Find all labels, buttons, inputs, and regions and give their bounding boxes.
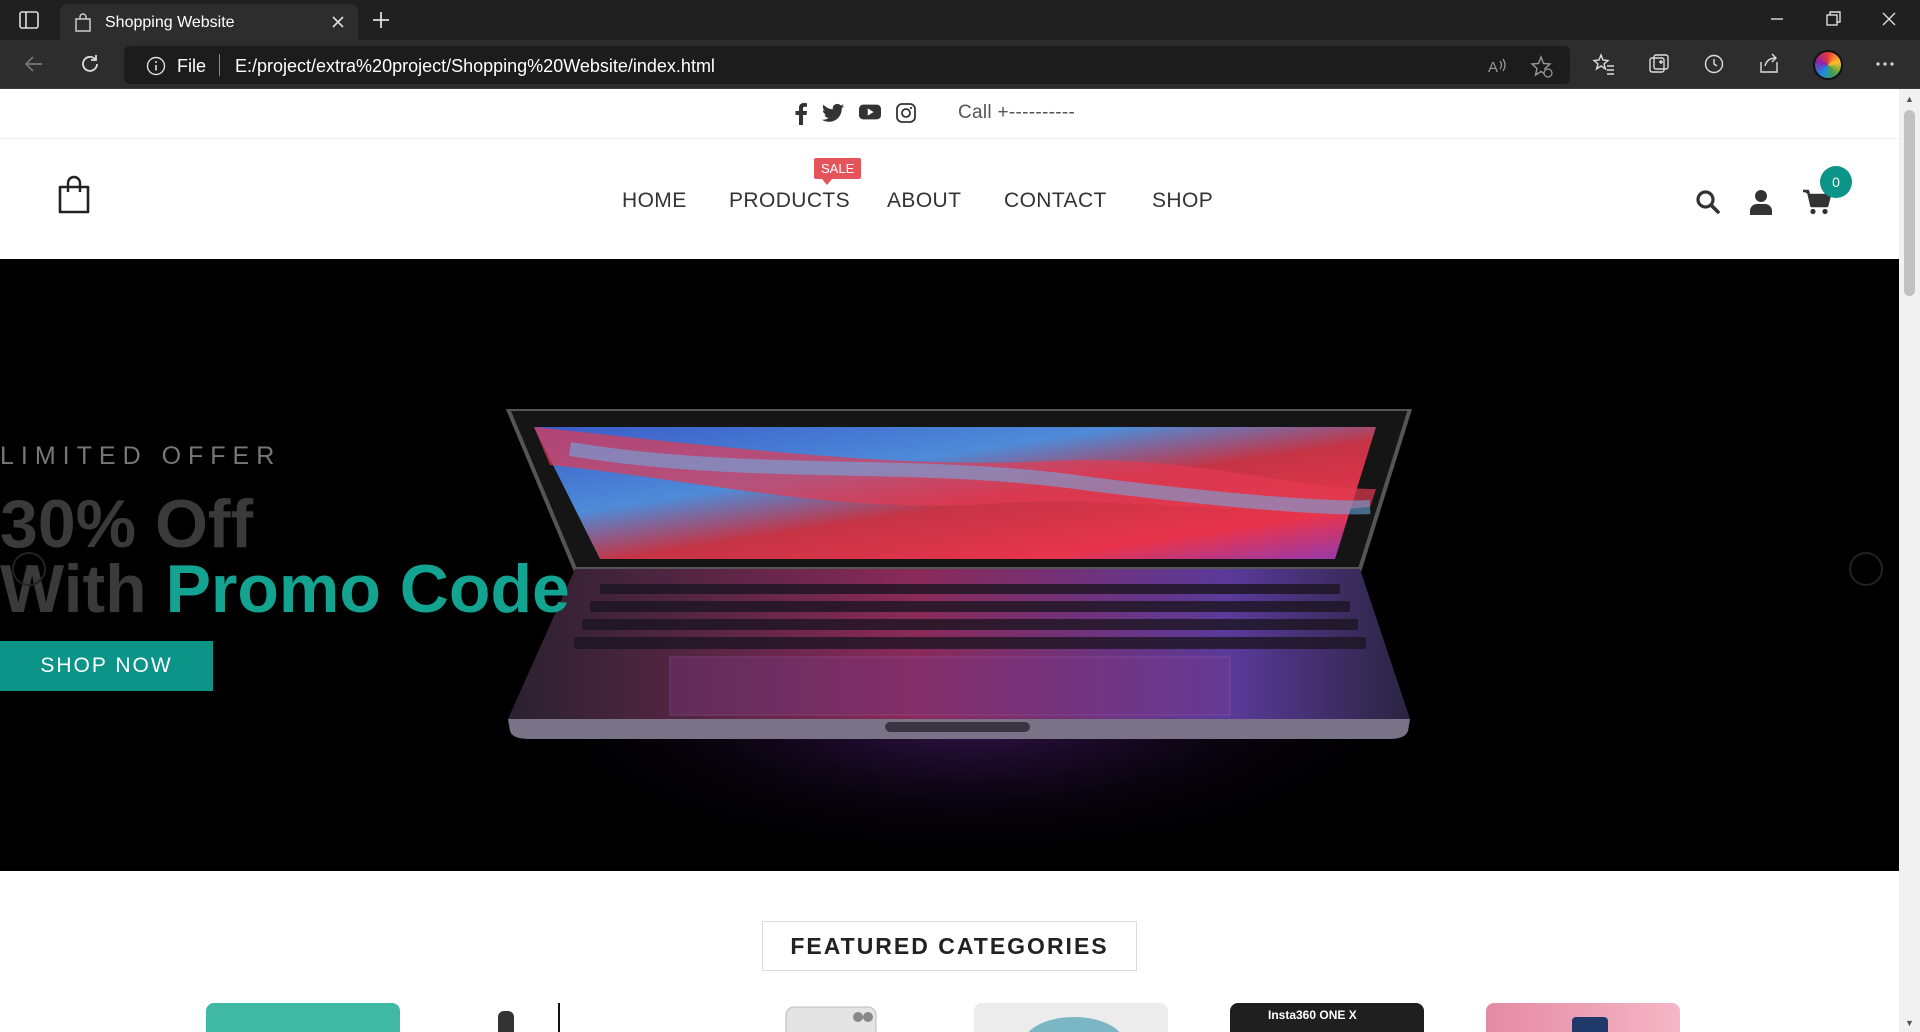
site-header: HOME PRODUCTS SALE ABOUT CONTACT SHOP 0 (0, 139, 1899, 259)
category-card[interactable] (1486, 1003, 1680, 1032)
category-card[interactable] (974, 1003, 1168, 1032)
nav-shop[interactable]: SHOP (1152, 189, 1213, 213)
category-thumbnail (1572, 1017, 1608, 1032)
category-card[interactable] (462, 1003, 656, 1032)
featured-categories-heading: FEATURED CATEGORIES (762, 921, 1137, 971)
minimize-icon[interactable] (1766, 8, 1788, 30)
category-thumbnail (1028, 1017, 1120, 1032)
scroll-down-icon[interactable]: ▼ (1905, 1018, 1914, 1028)
close-tab-icon[interactable] (330, 14, 346, 30)
hero-promo-highlight: Promo Code (165, 551, 570, 627)
page-favicon-icon (75, 13, 91, 32)
shopping-bag-logo-icon[interactable] (57, 175, 91, 215)
url-field[interactable]: File E:/project/extra%20project/Shopping… (124, 46, 1570, 84)
hero-subheadline: With Promo Code (0, 550, 570, 628)
close-window-icon[interactable] (1878, 8, 1900, 30)
nav-home[interactable]: HOME (622, 189, 687, 213)
top-info-bar: Call +---------- (0, 89, 1899, 139)
more-options-icon[interactable] (1873, 52, 1897, 76)
browser-tab[interactable]: Shopping Website (60, 4, 358, 40)
facebook-icon[interactable] (794, 103, 808, 125)
scroll-up-icon[interactable]: ▲ (1905, 94, 1914, 104)
add-favorite-icon[interactable] (1530, 55, 1554, 79)
collections-icon[interactable] (1647, 52, 1671, 76)
carousel-prev-button[interactable] (12, 552, 46, 586)
sale-badge: SALE (814, 158, 862, 185)
back-icon[interactable] (22, 52, 46, 76)
new-tab-icon[interactable] (370, 9, 392, 31)
site-info-icon[interactable] (146, 56, 166, 76)
url-separator (219, 54, 220, 76)
user-account-icon[interactable] (1750, 189, 1772, 215)
share-icon[interactable] (1757, 52, 1781, 76)
hero-banner: LIMITED OFFER 30% Off With Promo Code SH… (0, 259, 1899, 871)
scroll-thumb[interactable] (1904, 110, 1915, 296)
nav-about[interactable]: ABOUT (887, 189, 961, 213)
page-viewport: Call +---------- HOME PRODUCTS SALE ABOU… (0, 89, 1899, 1032)
url-text[interactable]: E:/project/extra%20project/Shopping%20We… (235, 56, 715, 77)
search-icon[interactable] (1695, 189, 1721, 215)
svg-text:A: A (1488, 59, 1498, 76)
reload-icon[interactable] (78, 52, 102, 76)
address-bar: File E:/project/extra%20project/Shopping… (0, 40, 1920, 89)
tab-title: Shopping Website (105, 14, 235, 31)
nav-products[interactable]: PRODUCTS (729, 189, 850, 213)
browser-tab-bar: Shopping Website (0, 0, 1920, 40)
cart-count-badge: 0 (1820, 166, 1852, 198)
call-text: Call +---------- (958, 102, 1076, 123)
carousel-next-button[interactable] (1849, 552, 1883, 586)
favorites-icon[interactable] (1592, 52, 1616, 76)
history-icon[interactable] (1702, 52, 1726, 76)
nav-contact[interactable]: CONTACT (1004, 189, 1107, 213)
category-card[interactable]: Insta360 ONE X (1230, 1003, 1424, 1032)
hero-kicker: LIMITED OFFER (0, 442, 282, 470)
twitter-icon[interactable] (822, 103, 844, 123)
instagram-icon[interactable] (896, 103, 916, 123)
url-scheme-label: File (177, 56, 207, 76)
page-scrollbar[interactable]: ▲ ▼ (1899, 89, 1920, 1032)
category-thumbnail (498, 1003, 560, 1032)
laptop-hero-image (505, 409, 1430, 869)
sidebar-toggle-icon[interactable] (18, 9, 40, 31)
profile-avatar[interactable] (1813, 50, 1843, 80)
restore-icon[interactable] (1822, 8, 1844, 30)
category-thumbnail (785, 1006, 877, 1032)
category-card[interactable] (206, 1003, 400, 1032)
youtube-icon[interactable] (859, 103, 881, 121)
category-card[interactable] (718, 1003, 912, 1032)
shop-now-button[interactable]: SHOP NOW (0, 641, 213, 691)
category-card-text: Insta360 ONE X (1268, 1008, 1357, 1022)
read-aloud-icon[interactable]: A (1486, 55, 1508, 77)
